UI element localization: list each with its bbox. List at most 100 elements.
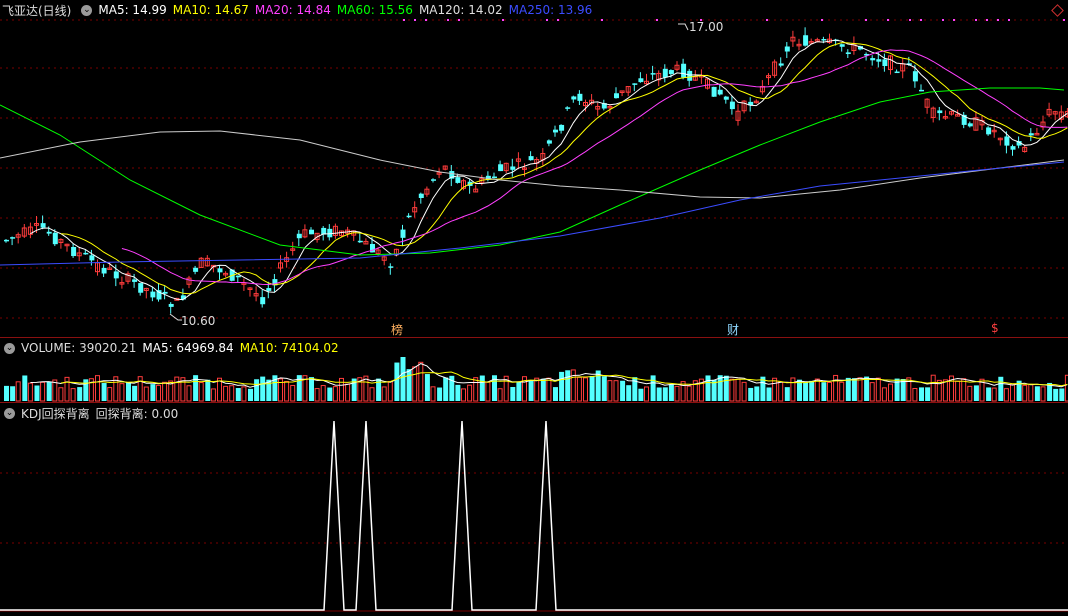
volume-bar <box>241 386 247 402</box>
volume-bar <box>394 362 400 401</box>
volume-bar <box>565 370 571 401</box>
price-header: 飞亚达(日线) ⌄ MA5: 14.99 MA10: 14.67 MA20: 1… <box>0 2 592 18</box>
candle-body <box>668 70 674 75</box>
volume-bar <box>132 385 138 401</box>
volume-bar <box>284 380 290 402</box>
candle-body <box>559 124 565 131</box>
volume-bar <box>497 388 503 402</box>
volume-bar <box>778 381 784 402</box>
volume-bar <box>510 386 516 401</box>
candle-body <box>553 129 558 133</box>
candle-body <box>455 177 461 183</box>
volume-bar <box>309 377 314 401</box>
candle-body <box>571 96 577 100</box>
circle-chevron-icon[interactable]: ⌄ <box>81 4 93 16</box>
volume-bar <box>174 376 180 402</box>
circle-chevron-icon[interactable]: ⌄ <box>4 407 15 419</box>
volume-bar <box>772 377 778 402</box>
candle-body <box>803 35 809 46</box>
volume-ma5-line <box>30 363 1068 388</box>
volume-ma10: MA10: 74104.02 <box>239 341 339 355</box>
dividend-event-marker[interactable]: $ <box>991 321 999 335</box>
list-event-marker[interactable]: 榜 <box>391 321 403 338</box>
top-dot <box>887 19 889 21</box>
volume-bar <box>418 361 424 402</box>
top-dot <box>425 19 427 21</box>
volume-chart-pane[interactable]: ⌄ VOLUME: 39020.21 MA5: 64969.84 MA10: 7… <box>0 337 1068 403</box>
volume-bar <box>644 386 649 402</box>
indicator-header: ⌄ KDJ回探背离 回探背离: 0.00 <box>0 405 178 421</box>
candle-body <box>882 59 888 67</box>
volume-bar <box>15 381 21 402</box>
volume-bar <box>235 388 241 401</box>
volume-bar <box>254 379 260 401</box>
candle-body <box>309 229 314 235</box>
candle-body <box>986 127 992 135</box>
ma5-label: MA5: 14.99 <box>98 3 167 17</box>
volume-bar <box>186 385 192 402</box>
candle-body <box>138 283 144 293</box>
candle-body <box>1028 133 1034 136</box>
signal-line <box>0 420 1068 611</box>
ma250-label: MA250: 13.96 <box>508 3 593 17</box>
candle-body <box>52 232 58 245</box>
volume-bar <box>22 375 28 401</box>
volume-bar <box>881 387 887 402</box>
volume-bar <box>101 382 107 401</box>
candle-body <box>565 107 571 109</box>
volume-bar <box>869 382 875 402</box>
candle-body <box>729 101 735 110</box>
candle-body <box>912 71 918 82</box>
candle-body <box>967 123 973 127</box>
volume-bar <box>942 379 948 402</box>
volume-bar <box>601 376 607 401</box>
volume-bar <box>583 377 588 402</box>
volume-bar <box>485 381 491 402</box>
volume-bar <box>46 381 52 401</box>
volume-bar <box>223 385 229 402</box>
volume-bar <box>327 387 333 401</box>
volume-bar <box>851 378 857 401</box>
candle-body <box>400 229 406 238</box>
volume-bar <box>77 387 83 401</box>
volume-bar <box>570 369 576 402</box>
top-dot <box>656 19 658 21</box>
price-chart-pane[interactable]: 飞亚达(日线) ⌄ MA5: 14.99 MA10: 14.67 MA20: 1… <box>0 0 1068 337</box>
volume-bar <box>809 380 815 401</box>
candle-body <box>406 215 412 218</box>
volume-ma10-line <box>60 371 1068 387</box>
volume-bar <box>735 378 741 402</box>
volume-bar <box>729 378 735 402</box>
top-dot <box>975 19 977 21</box>
finance-event-marker[interactable]: 财 <box>727 321 739 338</box>
ma10-label: MA10: 14.67 <box>172 3 249 17</box>
volume-bar <box>668 384 674 401</box>
candle-body <box>1010 146 1016 150</box>
volume-bar <box>656 387 662 401</box>
candle-body <box>546 140 552 144</box>
top-dot <box>557 19 559 21</box>
volume-bar <box>516 381 522 401</box>
ma60-label: MA60: 15.56 <box>336 3 413 17</box>
volume-bar <box>961 378 967 402</box>
volume-bar <box>332 386 338 402</box>
candle-body <box>266 288 272 291</box>
title-text: 飞亚达(日线) <box>2 3 72 18</box>
candle-body <box>260 297 266 305</box>
volume-bar <box>833 374 839 402</box>
circle-chevron-icon[interactable]: ⌄ <box>4 342 15 354</box>
volume-bar <box>875 377 881 402</box>
volume-bar <box>620 380 626 401</box>
volume-bar <box>27 382 33 402</box>
indicator-chart-pane[interactable]: ⌄ KDJ回探背离 回探背离: 0.00 <box>0 402 1068 616</box>
volume-bar <box>443 377 449 401</box>
volume-bar <box>400 357 406 401</box>
candle-body <box>839 44 845 47</box>
volume-bar <box>748 387 754 401</box>
indicator-value: 回探背离: 0.00 <box>95 406 179 421</box>
candle-body <box>510 166 516 170</box>
volume-bar <box>473 377 479 402</box>
volume-bar <box>210 388 216 402</box>
price-plot <box>0 19 1068 321</box>
volume-bar <box>1059 388 1065 401</box>
